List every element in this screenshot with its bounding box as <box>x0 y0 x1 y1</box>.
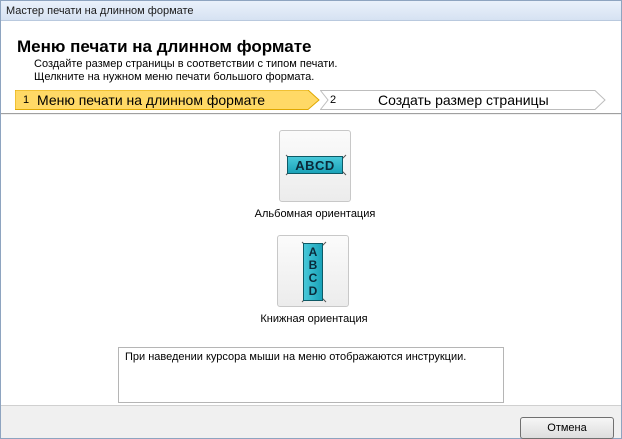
portrait-orientation-label: Книжная ориентация <box>260 313 368 325</box>
wizard-content: ABCD Альбомная ориентация A B C D Книжна… <box>1 115 621 405</box>
portrait-icon-letter: D <box>308 284 318 298</box>
instructions-box: При наведении курсора мыши на меню отобр… <box>118 347 504 403</box>
header-description-line1: Создайте размер страницы в соответствии … <box>34 58 338 70</box>
landscape-orientation-label: Альбомная ориентация <box>254 208 376 220</box>
portrait-icon-text: A B C D <box>303 243 323 301</box>
step-1-long-print-menu: 1 Меню печати на длинном формате <box>15 90 320 110</box>
step-2-create-page-size: 2 Создать размер страницы <box>320 90 606 110</box>
portrait-orientation-button[interactable]: A B C D <box>277 235 349 307</box>
wizard-window: Мастер печати на длинном формате Меню пе… <box>0 0 622 439</box>
step-number: 1 <box>23 94 30 106</box>
cancel-button[interactable]: Отмена <box>520 417 614 439</box>
window-titlebar: Мастер печати на длинном формате <box>1 1 621 21</box>
wizard-footer: Отмена <box>1 405 621 439</box>
step-label: Создать размер страницы <box>378 92 549 108</box>
page-title: Меню печати на длинном формате <box>17 37 312 56</box>
header-description-line2: Щелкните на нужном меню печати большого … <box>34 71 315 83</box>
instructions-text: При наведении курсора мыши на меню отобр… <box>125 351 467 363</box>
landscape-icon-text: ABCD <box>287 156 343 174</box>
wizard-header: Меню печати на длинном формате Создайте … <box>1 21 621 114</box>
landscape-orientation-button[interactable]: ABCD <box>279 130 351 202</box>
step-label: Меню печати на длинном формате <box>37 92 266 108</box>
window-title: Мастер печати на длинном формате <box>6 5 194 17</box>
step-number: 2 <box>330 94 337 106</box>
